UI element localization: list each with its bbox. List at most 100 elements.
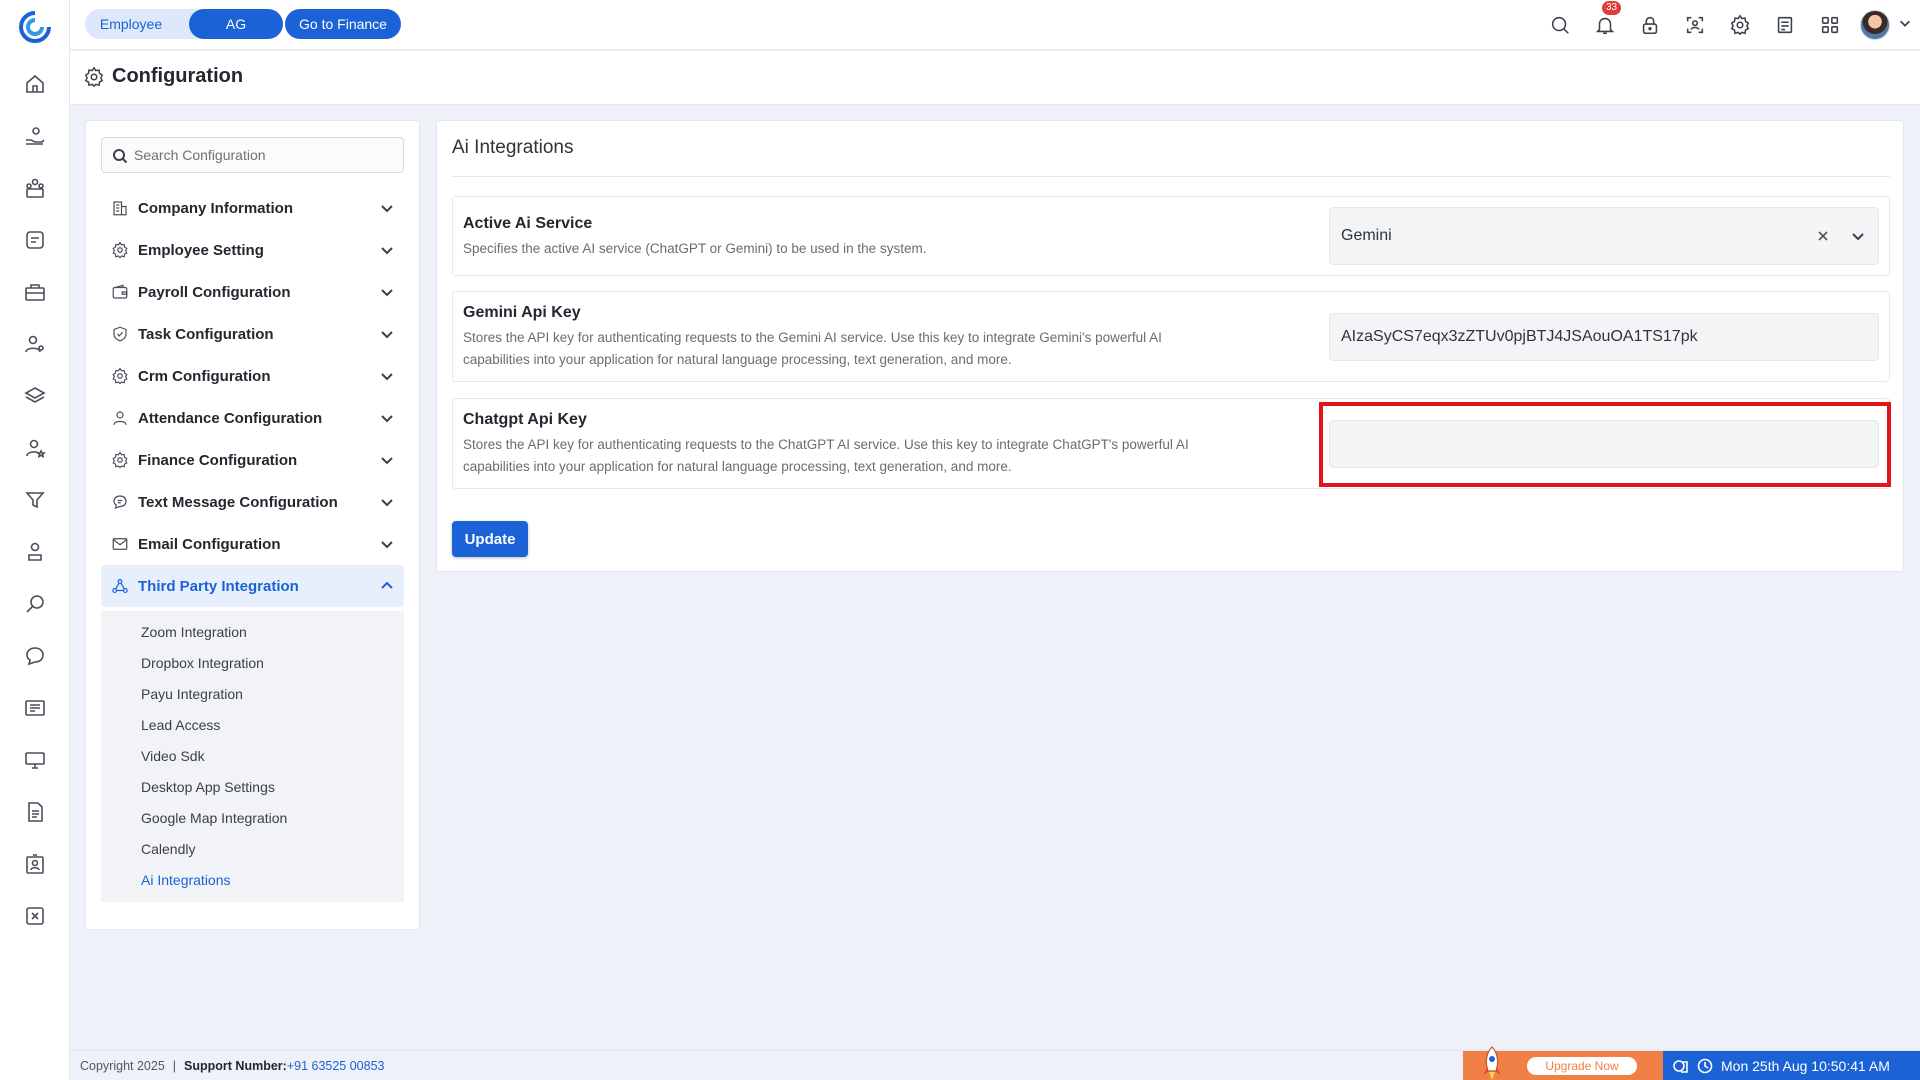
menu-item-finance-configuration[interactable]: Finance Configuration bbox=[101, 439, 404, 481]
menu-item-task-configuration[interactable]: Task Configuration bbox=[101, 313, 404, 355]
lock-icon[interactable] bbox=[1627, 0, 1672, 50]
app-sidebar bbox=[0, 0, 70, 1080]
team-icon[interactable] bbox=[0, 162, 70, 214]
support-label: Support Number: bbox=[184, 1059, 287, 1073]
update-button[interactable]: Update bbox=[452, 521, 528, 557]
chevron-down-icon[interactable] bbox=[379, 410, 395, 426]
setting-description: Specifies the active AI service (ChatGPT… bbox=[463, 241, 927, 256]
submenu-item-payu-integration[interactable]: Payu Integration bbox=[101, 679, 404, 710]
menu-item-employee-setting[interactable]: Employee Setting bbox=[101, 229, 404, 271]
user-menu[interactable] bbox=[1852, 0, 1920, 50]
menu-item-payroll-configuration[interactable]: Payroll Configuration bbox=[101, 271, 404, 313]
shield-check-icon bbox=[110, 324, 130, 344]
search-config-box[interactable] bbox=[101, 137, 404, 173]
search-user-icon[interactable] bbox=[0, 578, 70, 630]
app-logo[interactable] bbox=[18, 10, 52, 44]
third-party-submenu: Zoom Integration Dropbox Integration Pay… bbox=[101, 611, 404, 902]
setting-description-line: capabilities into your application for n… bbox=[463, 459, 1012, 474]
chevron-down-icon[interactable] bbox=[379, 368, 395, 384]
user-icon bbox=[110, 408, 130, 428]
gemini-api-key-field[interactable]: AIzaSyCS7eqx3zZTUv0pjBTJ4JSAouOA1TS17pk bbox=[1329, 313, 1879, 361]
menu-item-label: Text Message Configuration bbox=[138, 493, 338, 511]
chevron-down-icon[interactable] bbox=[379, 536, 395, 552]
active-ai-service-select[interactable]: Gemini bbox=[1329, 207, 1879, 265]
menu-item-label: Third Party Integration bbox=[138, 577, 299, 595]
selected-value: Gemini bbox=[1341, 227, 1392, 244]
clear-icon[interactable] bbox=[1816, 229, 1830, 243]
menu-item-third-party-integration[interactable]: Third Party Integration bbox=[101, 565, 404, 607]
menu-item-label: Task Configuration bbox=[138, 325, 274, 343]
setting-description-line: Stores the API key for authenticating re… bbox=[463, 330, 1162, 345]
setting-description-line: Stores the API key for authenticating re… bbox=[463, 437, 1189, 452]
briefcase-icon[interactable] bbox=[0, 266, 70, 318]
menu-item-label: Company Information bbox=[138, 199, 294, 217]
mode-toggle[interactable]: Employee AG bbox=[85, 9, 283, 39]
gear-icon bbox=[84, 66, 104, 88]
monitor-icon[interactable] bbox=[0, 734, 70, 786]
chat-icon[interactable] bbox=[0, 630, 70, 682]
id-card-icon[interactable] bbox=[0, 838, 70, 890]
chevron-down-icon[interactable] bbox=[379, 452, 395, 468]
submenu-item-lead-access[interactable]: Lead Access bbox=[101, 710, 404, 741]
gear-icon bbox=[110, 450, 130, 470]
document-icon[interactable] bbox=[0, 786, 70, 838]
submenu-item-desktop-app-settings[interactable]: Desktop App Settings bbox=[101, 772, 404, 803]
chevron-down-icon[interactable] bbox=[379, 200, 395, 216]
gemini-api-key-value: AIzaSyCS7eqx3zZTUv0pjBTJ4JSAouOA1TS17pk bbox=[1341, 328, 1698, 345]
submenu-item-zoom-integration[interactable]: Zoom Integration bbox=[101, 617, 404, 648]
top-bar: Employee AG Go to Finance 33 bbox=[70, 0, 1920, 50]
mail-icon bbox=[110, 534, 130, 554]
search-icon bbox=[113, 149, 128, 164]
search-config-input[interactable] bbox=[134, 138, 394, 172]
tasks-icon[interactable] bbox=[0, 214, 70, 266]
user-settings-icon[interactable] bbox=[0, 318, 70, 370]
person-badge-icon[interactable] bbox=[0, 526, 70, 578]
config-menu: Company Information Employee Setting Pay… bbox=[101, 187, 404, 902]
chevron-down-icon[interactable] bbox=[379, 494, 395, 510]
bell-icon[interactable]: 33 bbox=[1582, 0, 1627, 50]
notes-icon[interactable] bbox=[1762, 0, 1807, 50]
toggle-ag[interactable]: AG bbox=[189, 9, 283, 39]
upgrade-banner[interactable]: Upgrade Now bbox=[1463, 1046, 1663, 1080]
apps-grid-icon[interactable] bbox=[1807, 0, 1852, 50]
submenu-item-video-sdk[interactable]: Video Sdk bbox=[101, 741, 404, 772]
timezone-icon[interactable] bbox=[1673, 1058, 1689, 1074]
setting-row-gemini-api-key: Gemini Api Key Stores the API key for au… bbox=[452, 291, 1890, 382]
user-star-icon[interactable] bbox=[0, 422, 70, 474]
chevron-down-icon[interactable] bbox=[1898, 16, 1912, 35]
chevron-down-icon[interactable] bbox=[1850, 228, 1866, 244]
rocket-icon bbox=[1483, 1046, 1501, 1080]
chevron-down-icon[interactable] bbox=[379, 326, 395, 342]
filter-icon[interactable] bbox=[0, 474, 70, 526]
avatar[interactable] bbox=[1860, 10, 1890, 40]
setting-description-line: capabilities into your application for n… bbox=[463, 352, 1012, 367]
chevron-down-icon[interactable] bbox=[379, 242, 395, 258]
footer-separator: | bbox=[172, 1059, 177, 1073]
go-to-finance-button[interactable]: Go to Finance bbox=[285, 9, 401, 39]
support-phone-link[interactable]: +91 63525 00853 bbox=[287, 1059, 385, 1073]
home-icon[interactable] bbox=[0, 58, 70, 110]
upgrade-now-button[interactable]: Upgrade Now bbox=[1527, 1057, 1637, 1075]
menu-item-company-information[interactable]: Company Information bbox=[101, 187, 404, 229]
face-scan-icon[interactable] bbox=[1672, 0, 1717, 50]
hand-money-icon[interactable] bbox=[0, 110, 70, 162]
submenu-item-google-map-integration[interactable]: Google Map Integration bbox=[101, 803, 404, 834]
chevron-up-icon[interactable] bbox=[379, 578, 395, 594]
layers-icon[interactable] bbox=[0, 370, 70, 422]
submenu-item-dropbox-integration[interactable]: Dropbox Integration bbox=[101, 648, 404, 679]
highlight-box bbox=[1319, 402, 1891, 487]
menu-item-label: Email Configuration bbox=[138, 535, 281, 553]
page-header: Configuration bbox=[70, 51, 1920, 105]
report-icon[interactable] bbox=[0, 682, 70, 734]
search-icon[interactable] bbox=[1537, 0, 1582, 50]
menu-item-crm-configuration[interactable]: Crm Configuration bbox=[101, 355, 404, 397]
chevron-down-icon[interactable] bbox=[379, 284, 395, 300]
submenu-item-ai-integrations[interactable]: Ai Integrations bbox=[101, 865, 404, 896]
menu-item-attendance-configuration[interactable]: Attendance Configuration bbox=[101, 397, 404, 439]
gear-icon[interactable] bbox=[1717, 0, 1762, 50]
submenu-item-calendly[interactable]: Calendly bbox=[101, 834, 404, 865]
menu-item-text-message-configuration[interactable]: Text Message Configuration bbox=[101, 481, 404, 523]
menu-item-email-configuration[interactable]: Email Configuration bbox=[101, 523, 404, 565]
close-box-icon[interactable] bbox=[0, 890, 70, 942]
toggle-employee[interactable]: Employee bbox=[85, 9, 177, 39]
